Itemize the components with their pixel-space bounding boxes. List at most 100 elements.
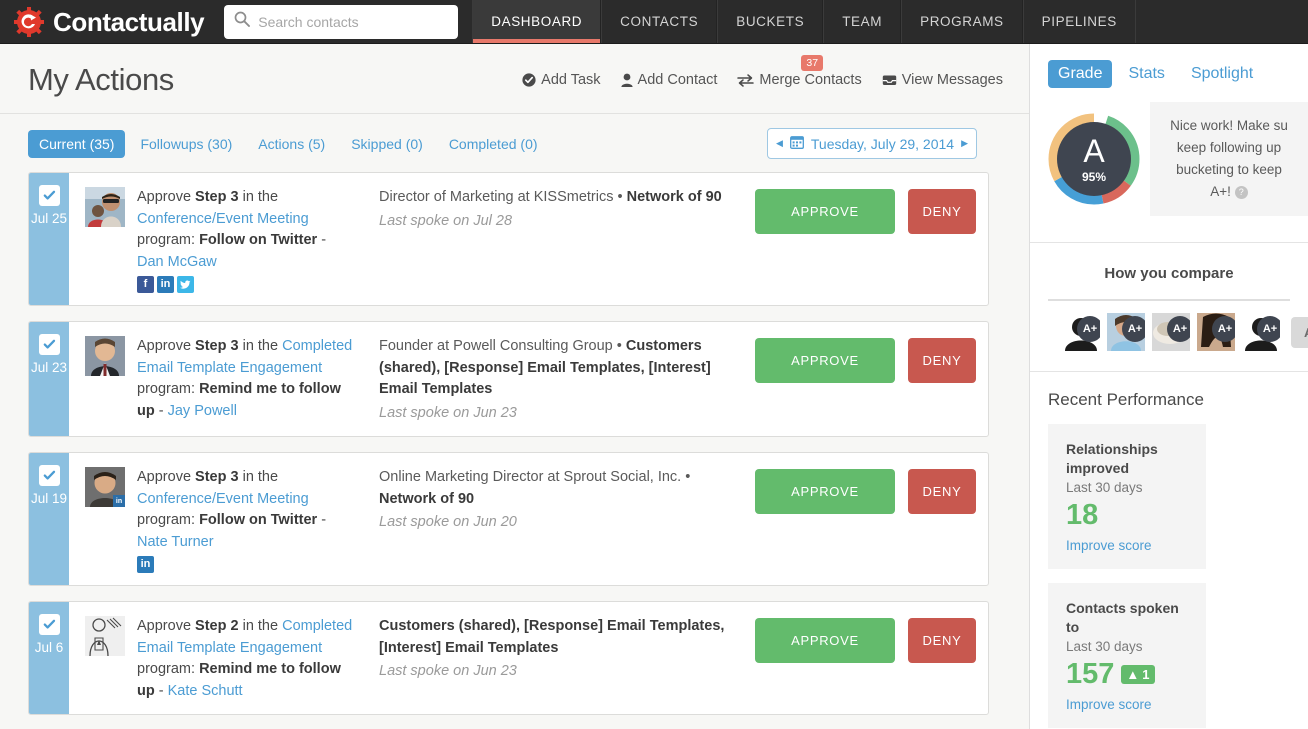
main-nav-tabs: DASHBOARD CONTACTS BUCKETS TEAM PROGRAMS… <box>472 0 1136 43</box>
action-program-link[interactable]: Conference/Event Meeting <box>137 491 309 507</box>
action-prefix: Approve <box>137 618 195 634</box>
action-checkbox[interactable] <box>39 614 60 635</box>
approve-button[interactable]: APPROVE <box>755 618 895 663</box>
nav-item-contacts[interactable]: CONTACTS <box>601 0 717 43</box>
sidebar-tab-spotlight[interactable]: Spotlight <box>1181 60 1263 88</box>
avatar[interactable]: in <box>85 467 125 507</box>
peer-avatar-row: A+ A+ A+ A+ A+ ALL <box>1030 301 1308 371</box>
action-list: Jul 25 <box>0 172 1029 729</box>
peer-avatar[interactable]: A+ <box>1197 313 1235 351</box>
filter-tab-skipped[interactable]: Skipped (0) <box>340 130 434 158</box>
add-contact-button[interactable]: Add Contact <box>621 72 718 88</box>
peer-avatar[interactable]: A+ <box>1152 313 1190 351</box>
avatar[interactable] <box>85 187 125 227</box>
action-contact-link[interactable]: Kate Schutt <box>168 683 243 699</box>
filter-tab-actions[interactable]: Actions (5) <box>247 130 336 158</box>
peer-avatar[interactable]: A+ <box>1242 313 1280 351</box>
improve-score-link[interactable]: Improve score <box>1066 697 1152 712</box>
twitter-icon[interactable] <box>177 276 194 293</box>
action-step: Step 3 <box>195 469 239 485</box>
peer-avatar[interactable]: A+ <box>1062 313 1100 351</box>
action-row[interactable]: Jul 6 Approve Step 2 <box>28 601 989 715</box>
action-meta: Director of Marketing at KISSmetrics • N… <box>355 187 755 232</box>
deny-button[interactable]: DENY <box>908 469 976 514</box>
view-messages-label: View Messages <box>902 72 1003 88</box>
action-checkbox[interactable] <box>39 465 60 486</box>
action-meta: Founder at Powell Consulting Group • Cus… <box>355 336 755 424</box>
nav-item-programs[interactable]: PROGRAMS <box>901 0 1023 43</box>
view-all-peers-button[interactable]: ALL <box>1291 317 1308 348</box>
chevron-left-icon[interactable]: ◀ <box>776 138 783 149</box>
sidebar-tab-stats[interactable]: Stats <box>1118 60 1174 88</box>
action-mid: in the <box>239 618 283 634</box>
action-program-link[interactable]: Conference/Event Meeting <box>137 211 309 227</box>
action-contact-link[interactable]: Jay Powell <box>168 403 237 419</box>
avatar[interactable] <box>85 336 125 376</box>
social-icons: f in <box>137 276 355 293</box>
main-header: My Actions Add Task <box>0 44 1029 114</box>
action-date-column: Jul 25 <box>29 173 69 305</box>
improve-score-link[interactable]: Improve score <box>1066 538 1152 553</box>
deny-button[interactable]: DENY <box>908 189 976 234</box>
linkedin-icon[interactable]: in <box>157 276 174 293</box>
action-checkbox[interactable] <box>39 334 60 355</box>
sidebar-tab-grade[interactable]: Grade <box>1048 60 1112 88</box>
peer-avatar[interactable]: A+ <box>1107 313 1145 351</box>
add-task-label: Add Task <box>541 72 600 88</box>
action-step: Step 3 <box>195 338 239 354</box>
action-meta-bold: Network of 90 <box>627 189 722 205</box>
action-date-column: Jul 19 <box>29 453 69 585</box>
action-contact-link[interactable]: Dan McGaw <box>137 254 217 270</box>
action-mid: in the <box>239 189 279 205</box>
linkedin-icon[interactable]: in <box>137 556 154 573</box>
action-checkbox[interactable] <box>39 185 60 206</box>
grade-note-line: keep following up <box>1160 137 1298 159</box>
action-program-word: program: <box>137 661 199 677</box>
peer-grade-badge: A+ <box>1122 316 1145 342</box>
action-row[interactable]: Jul 23 Approve Step 3 <box>28 321 989 437</box>
nav-item-buckets[interactable]: BUCKETS <box>717 0 823 43</box>
deny-button[interactable]: DENY <box>908 618 976 663</box>
compare-title: How you compare <box>1030 265 1308 282</box>
approve-button[interactable]: APPROVE <box>755 189 895 234</box>
search-input[interactable] <box>258 14 448 30</box>
add-task-button[interactable]: Add Task <box>522 72 600 88</box>
deny-button[interactable]: DENY <box>908 338 976 383</box>
date-navigator[interactable]: ◀ Tuesday, July 29, 2014 ▶ <box>767 128 977 159</box>
action-contact-link[interactable]: Nate Turner <box>137 534 214 550</box>
brand-logo[interactable]: Contactually <box>0 0 220 43</box>
action-meta-bold: Customers (shared), [Response] Email Tem… <box>379 618 724 656</box>
action-date: Jul 6 <box>35 641 64 655</box>
question-mark-icon[interactable]: ? <box>1235 186 1248 199</box>
merge-contacts-button[interactable]: Merge Contacts 37 <box>737 72 861 88</box>
facebook-icon[interactable]: f <box>137 276 154 293</box>
merge-contacts-badge: 37 <box>801 55 823 72</box>
action-meta-plain: Director of Marketing at KISSmetrics • <box>379 189 627 205</box>
filter-tab-completed[interactable]: Completed (0) <box>438 130 549 158</box>
action-body: Approve Step 3 in the Conference/Event M… <box>69 173 988 305</box>
search-box[interactable] <box>224 5 458 39</box>
action-mid: in the <box>239 469 279 485</box>
header-actions: Add Task Add Contact <box>522 72 1017 88</box>
avatar-placeholder[interactable] <box>85 616 125 656</box>
add-contact-label: Add Contact <box>638 72 718 88</box>
nav-item-pipelines[interactable]: PIPELINES <box>1023 0 1136 43</box>
grade-note-line: Nice work! Make su <box>1160 115 1298 137</box>
peer-grade-badge: A+ <box>1167 316 1190 342</box>
view-messages-button[interactable]: View Messages <box>882 72 1003 88</box>
filter-tab-followups[interactable]: Followups (30) <box>129 130 243 158</box>
action-row[interactable]: Jul 25 <box>28 172 989 306</box>
approve-button[interactable]: APPROVE <box>755 338 895 383</box>
grade-value-circle: A 95% <box>1057 122 1131 196</box>
action-dash: - <box>155 683 168 699</box>
approve-button[interactable]: APPROVE <box>755 469 895 514</box>
nav-item-dashboard[interactable]: DASHBOARD <box>472 0 601 43</box>
action-date-column: Jul 23 <box>29 322 69 436</box>
filter-tab-current[interactable]: Current (35) <box>28 130 125 158</box>
chevron-right-icon[interactable]: ▶ <box>961 138 968 149</box>
inbox-icon <box>882 73 897 87</box>
nav-item-team[interactable]: TEAM <box>823 0 901 43</box>
action-dash: - <box>317 232 326 248</box>
action-program-word: program: <box>137 381 199 397</box>
action-row[interactable]: Jul 19 in Approve Step 3 in the Confere <box>28 452 989 586</box>
